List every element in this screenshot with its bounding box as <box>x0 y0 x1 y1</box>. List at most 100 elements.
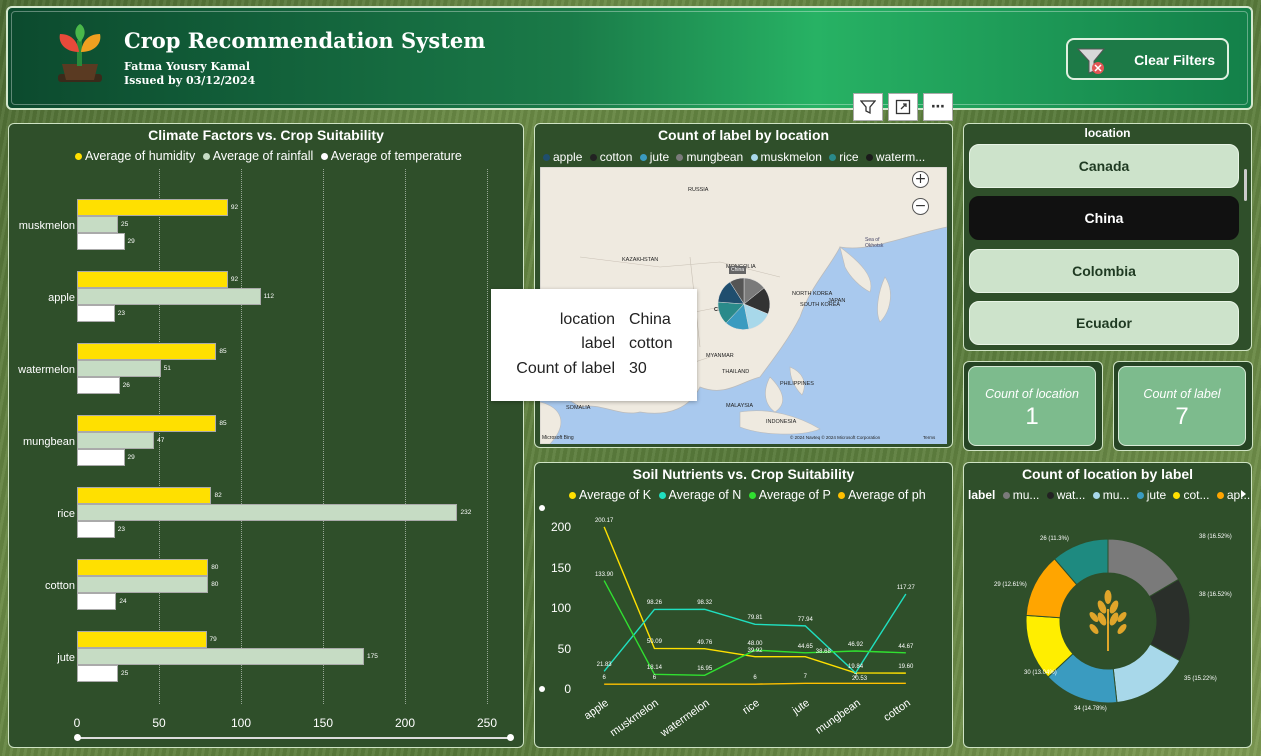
map-label: JAPAN <box>828 298 846 304</box>
bar <box>77 288 261 305</box>
zoom-out-button[interactable]: − <box>912 198 929 215</box>
series-line <box>603 580 906 676</box>
count-label-card-frame: Count of label 7 <box>1113 361 1253 451</box>
legend-dot <box>589 153 597 161</box>
tooltip-value: China <box>629 311 671 328</box>
location-slicer: location Canada China Colombia Ecuador <box>963 123 1252 351</box>
bar-value-label: 23 <box>117 526 125 533</box>
data-label: 6 <box>602 675 606 682</box>
map-title: Count of label by location <box>657 127 830 143</box>
x-tick-label: 200 <box>394 716 416 730</box>
bar <box>77 593 117 610</box>
slicer-scrollbar[interactable] <box>1244 169 1247 201</box>
gridline <box>323 169 324 704</box>
slice-label: 29 (12.61%) <box>994 582 1027 588</box>
bar-value-label: 80 <box>211 581 219 588</box>
focus-mode-button[interactable] <box>888 93 918 121</box>
series-line <box>604 682 906 685</box>
count-label-card: Count of label 7 <box>1118 366 1246 446</box>
donut-chart-panel: Count of location by label label mu... w… <box>963 462 1252 748</box>
horizontal-scrollbar[interactable] <box>74 734 514 741</box>
bar-value-label: 85 <box>219 420 227 427</box>
map-pie-marker[interactable] <box>715 275 773 333</box>
data-label: 19.60 <box>898 664 914 671</box>
legend-dot <box>865 153 873 161</box>
x-tick-label: 0 <box>73 716 81 730</box>
bar <box>77 343 217 360</box>
map-label: RUSSIA <box>688 187 709 193</box>
filter-toolbar-button[interactable] <box>853 93 883 121</box>
card-value: 7 <box>1175 403 1189 430</box>
bar-value-label: 24 <box>119 598 127 605</box>
map-label: NORTH KOREA <box>792 291 833 297</box>
map-credit: © 2024 Navteq © 2024 Microsoft Corporati… <box>790 435 881 440</box>
y-category-label: jute <box>57 652 75 664</box>
bar <box>77 559 209 576</box>
legend-item: muskmelon <box>760 150 822 164</box>
legend-dot <box>639 153 647 161</box>
bar <box>77 360 161 377</box>
bar-value-label: 29 <box>127 454 135 461</box>
bar <box>77 432 155 449</box>
issued-date: Issued by 03/12/2024 <box>124 74 256 87</box>
soil-chart-panel: Soil Nutrients vs. Crop Suitability Aver… <box>534 462 953 748</box>
count-location-card-frame: Count of location 1 <box>963 361 1103 451</box>
legend-dot <box>676 153 684 161</box>
bar <box>77 199 228 216</box>
tooltip-value: cotton <box>629 335 673 352</box>
author-name: Fatma Yousry Kamal <box>124 60 251 73</box>
scroll-handle-right[interactable] <box>507 734 514 741</box>
bar-value-label: 85 <box>219 348 227 355</box>
plant-logo-icon <box>58 24 102 82</box>
slicer-title: location <box>1084 126 1131 140</box>
header-banner: Crop Recommendation System Fatma Yousry … <box>6 6 1253 110</box>
card-label: Count of location <box>985 387 1079 401</box>
y-category-label: mungbean <box>23 436 75 448</box>
bar <box>77 449 125 466</box>
tooltip-key: label <box>581 335 615 352</box>
data-label: 133.90 <box>594 571 614 578</box>
bar <box>77 576 209 593</box>
clear-filters-button[interactable]: Clear Filters <box>1066 38 1229 80</box>
data-label: 6 <box>652 675 657 682</box>
vertical-scroll-handle[interactable] <box>539 505 545 511</box>
bar <box>77 305 115 322</box>
bar <box>77 631 207 648</box>
bar-value-label: 79 <box>209 636 217 643</box>
vertical-scroll-handle[interactable] <box>539 686 545 692</box>
bar-value-label: 92 <box>230 204 239 211</box>
slice-label: 30 (13.04%) <box>1024 670 1057 676</box>
map-terms-link[interactable]: Terms <box>923 435 935 440</box>
gridline <box>487 169 488 704</box>
bar-value-label: 25 <box>121 221 129 228</box>
slicer-item-ecuador[interactable]: Ecuador <box>969 301 1239 345</box>
slicer-item-canada[interactable]: Canada <box>969 144 1239 188</box>
card-label: Count of label <box>1143 387 1221 401</box>
zoom-in-button[interactable]: + <box>912 171 929 188</box>
pie-tag: China <box>729 266 747 274</box>
x-tick-label: 100 <box>230 716 252 730</box>
bar-value-label: 92 <box>230 276 239 283</box>
legend-item: mungbean <box>686 150 744 164</box>
clear-filter-icon <box>1076 48 1106 74</box>
bar-value-label: 25 <box>121 670 129 677</box>
map-label: MALAYSIA <box>726 403 754 409</box>
data-label: 46.92 <box>848 641 864 648</box>
slicer-item-colombia[interactable]: Colombia <box>969 249 1239 293</box>
more-options-button[interactable]: ⋯ <box>923 93 953 121</box>
data-label: 21.83 <box>596 662 612 669</box>
scroll-handle-left[interactable] <box>74 734 81 741</box>
bar-value-label: 80 <box>211 564 219 571</box>
climate-chart-panel: Climate Factors vs. Crop Suitability Ave… <box>8 123 524 748</box>
wheat-icon <box>1089 590 1127 651</box>
slice-label: 35 (15.22%) <box>1184 676 1217 682</box>
data-label: 49.76 <box>697 639 713 646</box>
x-tick-label: 150 <box>312 716 334 730</box>
gridline <box>405 169 406 704</box>
data-label: 39.92 <box>747 647 763 654</box>
data-label: 98.32 <box>697 600 713 607</box>
x-tick-label: 50 <box>152 716 166 730</box>
bar-value-label: 29 <box>127 238 135 245</box>
slicer-item-china[interactable]: China <box>969 196 1239 240</box>
card-value: 1 <box>1025 403 1039 430</box>
